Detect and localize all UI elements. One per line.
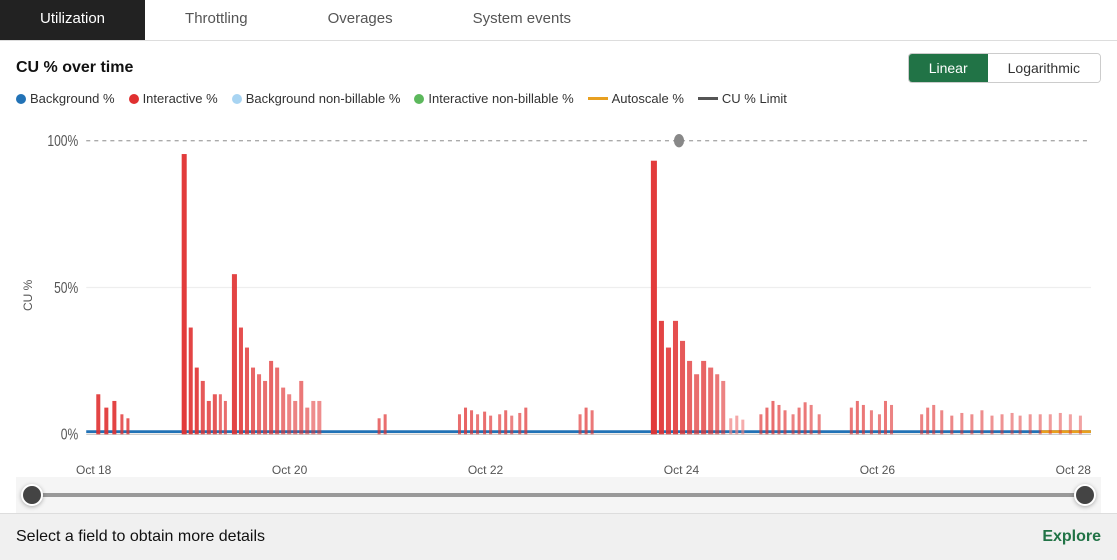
cu-limit-line — [698, 97, 718, 100]
chart-svg: 100% 50% 0% — [36, 114, 1101, 461]
legend-autoscale: Autoscale % — [588, 91, 684, 106]
tab-utilization[interactable]: Utilization — [0, 0, 145, 40]
legend-interactive-nonbillable: Interactive non-billable % — [414, 91, 573, 106]
legend-autoscale-label: Autoscale % — [612, 91, 684, 106]
autoscale-line — [588, 97, 608, 100]
x-axis: Oct 18 Oct 20 Oct 22 Oct 24 Oct 26 Oct 2… — [36, 461, 1101, 477]
tab-bar: Utilization Throttling Overages System e… — [0, 0, 1117, 41]
legend-background-nonbillable-label: Background non-billable % — [246, 91, 401, 106]
chart-title: CU % over time — [16, 59, 133, 77]
background-dot — [16, 94, 26, 104]
bottom-bar-text: Select a field to obtain more details — [16, 528, 265, 546]
x-label-oct20: Oct 20 — [272, 463, 307, 477]
logarithmic-button[interactable]: Logarithmic — [988, 54, 1100, 82]
linear-button[interactable]: Linear — [909, 54, 988, 82]
legend-interactive-nonbillable-label: Interactive non-billable % — [428, 91, 573, 106]
x-label-oct24: Oct 24 — [664, 463, 699, 477]
chart-area: CU % 100% 50% 0% — [16, 114, 1101, 477]
chart-inner: 100% 50% 0% — [36, 114, 1101, 477]
legend-cu-limit: CU % Limit — [698, 91, 787, 106]
range-slider-container — [16, 477, 1101, 513]
range-track — [32, 493, 1085, 497]
tab-overages[interactable]: Overages — [288, 0, 433, 40]
bottom-bar: Select a field to obtain more details Ex… — [0, 513, 1117, 560]
tab-system-events[interactable]: System events — [433, 0, 611, 40]
range-slider[interactable] — [32, 485, 1085, 505]
explore-button[interactable]: Explore — [1042, 528, 1101, 546]
range-thumb-left[interactable] — [21, 484, 43, 506]
legend-background: Background % — [16, 91, 115, 106]
chart-legend: Background % Interactive % Background no… — [16, 91, 1101, 106]
interactive-nonbillable-dot — [414, 94, 424, 104]
x-label-oct18: Oct 18 — [76, 463, 111, 477]
legend-interactive: Interactive % — [129, 91, 218, 106]
background-nonbillable-dot — [232, 94, 242, 104]
y-axis-label: CU % — [16, 114, 36, 477]
x-label-oct22: Oct 22 — [468, 463, 503, 477]
x-label-oct28: Oct 28 — [1056, 463, 1091, 477]
main-content: CU % over time Linear Logarithmic Backgr… — [0, 41, 1117, 513]
range-fill — [32, 493, 1085, 497]
legend-background-label: Background % — [30, 91, 115, 106]
legend-cu-limit-label: CU % Limit — [722, 91, 787, 106]
svg-text:100%: 100% — [47, 132, 78, 150]
svg-text:50%: 50% — [54, 279, 78, 297]
x-label-oct26: Oct 26 — [860, 463, 895, 477]
tab-throttling[interactable]: Throttling — [145, 0, 288, 40]
legend-background-nonbillable: Background non-billable % — [232, 91, 401, 106]
chart-header: CU % over time Linear Logarithmic — [16, 53, 1101, 83]
svg-text:0%: 0% — [61, 426, 79, 444]
legend-interactive-label: Interactive % — [143, 91, 218, 106]
chart-svg-container: 100% 50% 0% — [36, 114, 1101, 461]
range-thumb-right[interactable] — [1074, 484, 1096, 506]
scale-toggle: Linear Logarithmic — [908, 53, 1101, 83]
interactive-dot — [129, 94, 139, 104]
